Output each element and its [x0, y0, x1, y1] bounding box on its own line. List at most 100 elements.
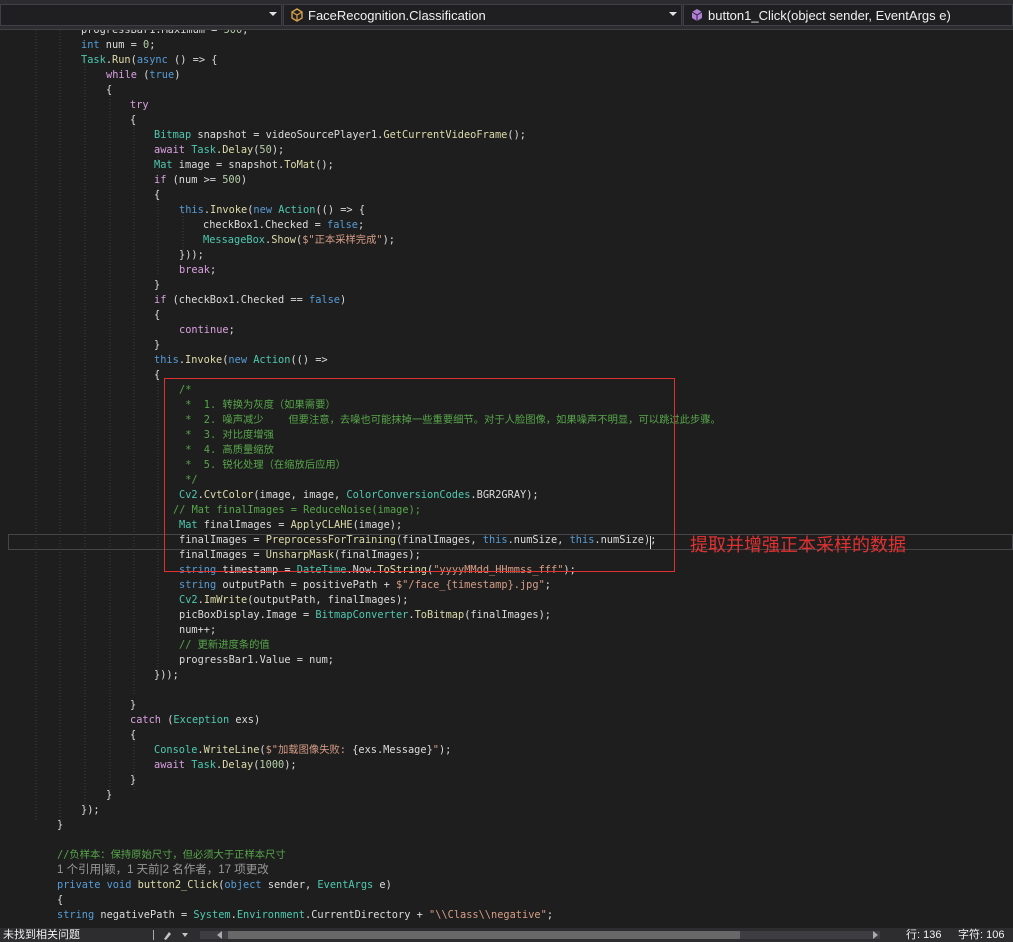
code-token: ToMat [284, 159, 316, 171]
code-line: Console.WriteLine($"加载图像失败: {exs.Message… [154, 743, 451, 758]
code-token: catch [130, 714, 161, 726]
issues-status[interactable]: 未找到相关问题 [3, 928, 80, 942]
code-token: if [154, 174, 167, 186]
code-token: void [106, 879, 132, 891]
code-token: num = [99, 39, 144, 51]
code-token: ImWrite [203, 594, 248, 606]
code-token: Environment [236, 909, 306, 921]
code-token: Delay [222, 144, 254, 156]
code-token: 500 [223, 30, 243, 36]
code-token: $"加载图像失败: [265, 744, 353, 756]
column-indicator[interactable]: 字符: 106 [958, 928, 1004, 942]
code-token: image = snapshot. [172, 159, 285, 171]
code-token: (); [315, 159, 334, 171]
code-token: await [154, 144, 185, 156]
code-token: //负样本：保持原始尺寸，但必须大于正样本尺寸 [57, 849, 286, 861]
code-token: this [179, 204, 204, 216]
code-token: })); [154, 669, 179, 681]
code-token: Task [191, 144, 217, 156]
code-token: ; [544, 579, 551, 591]
code-line: Bitmap snapshot = videoSourcePlayer1.Get… [154, 128, 526, 143]
code-token: sender, [261, 879, 318, 891]
code-line: try [130, 98, 149, 113]
code-token: ) [240, 174, 248, 186]
code-line: { [154, 368, 160, 383]
code-token: Delay [222, 759, 254, 771]
code-line: } [130, 698, 136, 713]
code-line: } [154, 278, 160, 293]
code-line: { [106, 83, 112, 98]
code-line: private void button2_Click(object sender… [57, 878, 392, 893]
code-token: Bitmap [154, 129, 192, 141]
code-token: ) [340, 294, 347, 306]
code-token: Invoke [210, 204, 248, 216]
code-line: MessageBox.Show($"正本采样完成"); [203, 233, 395, 248]
code-line: catch (Exception exs) [130, 713, 260, 728]
code-line: })); [179, 248, 204, 263]
annotation-label: 提取并增强正本采样的数据 [690, 535, 906, 556]
code-line: await Task.Delay(1000); [154, 758, 297, 773]
code-line: progressBar1.Value = num; [179, 653, 334, 668]
code-token: string [57, 909, 95, 921]
code-token: private [57, 879, 101, 891]
code-token: e) [373, 879, 392, 891]
class-icon [291, 8, 303, 22]
code-token: { [57, 894, 64, 906]
code-token: button2_Click [137, 879, 219, 891]
type-dropdown[interactable]: FaceRecognition.Classification [283, 4, 682, 26]
code-token: () => { [167, 54, 218, 66]
code-line: num++; [179, 623, 216, 638]
type-dropdown-label: FaceRecognition.Classification [308, 7, 486, 23]
code-token: Cv2 [179, 594, 198, 606]
code-token: progressBar1.Value = num; [179, 654, 334, 666]
code-token: } [154, 279, 161, 291]
horizontal-scrollbar-thumb[interactable] [228, 931, 740, 939]
code-line: //负样本：保持原始尺寸，但必须大于正样本尺寸 [57, 848, 286, 863]
code-token: Action [253, 354, 291, 366]
project-dropdown[interactable] [0, 4, 282, 26]
code-token: $"正本采样完成" [302, 234, 383, 246]
code-line: while (true) [106, 68, 180, 83]
code-line: this.Invoke(new Action(() => [154, 353, 328, 368]
code-line: })); [154, 668, 179, 683]
code-line: Task.Run(async () => { [81, 53, 217, 68]
code-token: WriteLine [203, 744, 260, 756]
code-token: Invoke [185, 354, 223, 366]
line-indicator[interactable]: 行: 136 [906, 928, 941, 942]
method-icon [691, 9, 703, 21]
code-token: while [106, 69, 137, 81]
code-token: (outputPath, finalImages); [247, 594, 409, 606]
code-token: Action [278, 204, 316, 216]
scroll-right-icon[interactable] [870, 930, 880, 940]
codelens-info[interactable]: 1 个引用|颖，1 天前|2 名作者，17 项更改 [57, 863, 269, 878]
scroll-left-edge-icon [153, 930, 154, 940]
code-token: outputPath = positivePath + [216, 579, 396, 591]
scroll-left-icon[interactable] [215, 930, 225, 940]
code-token: 500 [222, 174, 241, 186]
code-token: Task [191, 759, 217, 771]
code-token: ); [284, 759, 297, 771]
code-token: Task [81, 54, 106, 66]
code-token: (() => [290, 354, 328, 366]
code-token: { [106, 84, 113, 96]
code-line: break; [179, 263, 216, 278]
chevron-down-icon [669, 12, 677, 16]
code-token: ToBitmap [414, 609, 465, 621]
code-token: exs) [229, 714, 261, 726]
code-line: { [57, 893, 63, 908]
code-editor[interactable]: progressBar1.Maximum = 500; int num = 0; T… [0, 30, 1013, 928]
code-token: progressBar1.Maximum = [81, 30, 224, 36]
code-token: try [130, 99, 149, 111]
code-token: ; [242, 30, 249, 36]
code-line: }); [81, 803, 100, 818]
code-token: 1 个引用|颖，1 天前|2 名作者，17 项更改 [57, 864, 269, 876]
code-token: ( [137, 69, 150, 81]
member-dropdown[interactable]: button1_Click(object sender, EventArgs e… [683, 4, 1013, 26]
brush-icon[interactable] [162, 929, 192, 941]
code-token: GetCurrentVideoFrame [383, 129, 508, 141]
code-token: ; [546, 909, 554, 921]
code-token: ); [382, 234, 396, 246]
code-line: progressBar1.Maximum = 500; [81, 30, 248, 38]
code-token: ; [149, 39, 156, 51]
code-token: snapshot = videoSourcePlayer1. [191, 129, 384, 141]
